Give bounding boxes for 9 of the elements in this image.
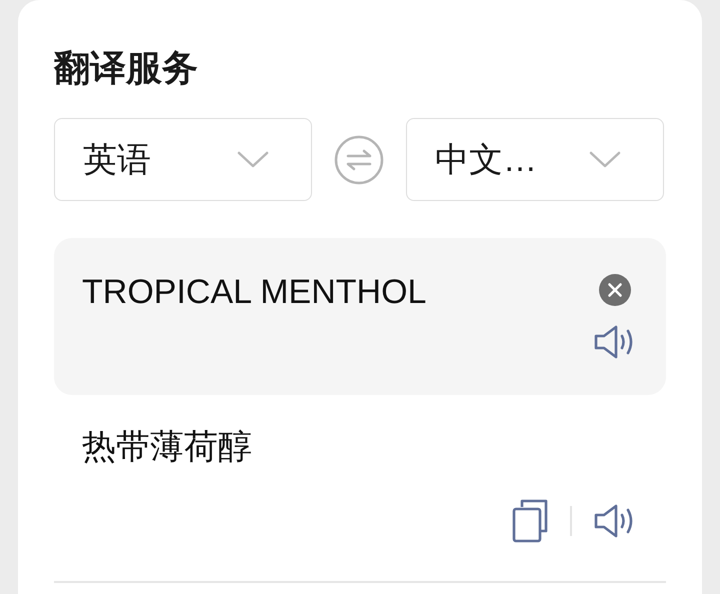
target-language-dropdown[interactable]: 中文… [406,118,664,201]
chevron-down-icon [589,150,621,168]
copy-icon[interactable] [512,499,548,543]
chevron-down-icon [237,150,269,168]
panel-title: 翻译服务 [54,46,199,90]
input-field[interactable]: TROPICAL MENTHOL [54,238,666,395]
clear-icon[interactable] [598,273,632,307]
source-language-dropdown[interactable]: 英语 [54,118,312,201]
translation-text: 热带薄荷醇 [81,427,253,468]
